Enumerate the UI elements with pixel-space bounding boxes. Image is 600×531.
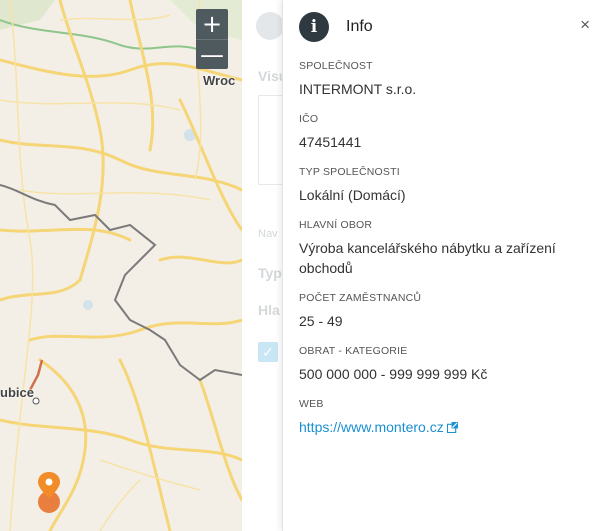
info-circle-icon: i	[299, 12, 329, 42]
field-label: TYP SPOLEČNOSTI	[299, 166, 400, 178]
field-company-type: TYP SPOLEČNOSTI Lokální (Domácí)	[299, 166, 584, 205]
field-ico: IČO 47451441	[299, 113, 584, 152]
field-value: 500 000 000 - 999 999 999 Kč	[299, 366, 488, 382]
website-link[interactable]: https://www.montero.cz	[299, 419, 444, 435]
close-button[interactable]: ×	[580, 16, 590, 33]
field-web: WEB https://www.montero.cz	[299, 398, 584, 437]
background-label: Nav	[258, 228, 278, 240]
zoom-in-button[interactable]: +	[196, 9, 228, 39]
field-main-sector: HLAVNÍ OBOR Výroba kancelářského nábytku…	[299, 219, 584, 278]
map-city-label: Wroc	[203, 73, 236, 88]
info-panel: i Info × SPOLEČNOST INTERMONT s.r.o. IČO…	[282, 0, 600, 531]
zoom-out-button[interactable]: —	[196, 39, 228, 69]
field-value: Výroba kancelářského nábytku a zařízení …	[299, 240, 556, 276]
field-label: OBRAT - KATEGORIE	[299, 345, 408, 357]
field-label: SPOLEČNOST	[299, 60, 373, 72]
background-checkbox[interactable]: ✓	[258, 342, 278, 362]
background-table	[258, 95, 282, 185]
field-value: 25 - 49	[299, 313, 343, 329]
map-view[interactable]: Wroc ubice + —	[0, 0, 242, 531]
field-value: https://www.montero.cz	[299, 417, 584, 437]
external-link-icon	[446, 422, 458, 433]
field-company: SPOLEČNOST INTERMONT s.r.o.	[299, 60, 584, 99]
field-label: IČO	[299, 113, 319, 125]
info-panel-header: i Info ×	[283, 0, 600, 54]
field-value: INTERMONT s.r.o.	[299, 81, 417, 97]
info-fields: SPOLEČNOST INTERMONT s.r.o. IČO 47451441…	[283, 54, 600, 437]
field-employees: POČET ZAMĚSTNANCŮ 25 - 49	[299, 292, 584, 331]
panel-title: Info	[346, 18, 373, 35]
field-label: POČET ZAMĚSTNANCŮ	[299, 292, 422, 304]
background-label: Hla	[258, 302, 280, 318]
zoom-control: + —	[196, 9, 228, 69]
background-heading: Visu	[258, 68, 282, 84]
background-label: Typ	[258, 265, 282, 281]
map-city-label: ubice	[0, 385, 34, 400]
field-value: Lokální (Domácí)	[299, 187, 406, 203]
background-panel: Visu Nav Typ Hla ✓	[242, 0, 282, 531]
field-turnover: OBRAT - KATEGORIE 500 000 000 - 999 999 …	[299, 345, 584, 384]
field-label: WEB	[299, 398, 324, 410]
field-value: 47451441	[299, 134, 362, 150]
field-label: HLAVNÍ OBOR	[299, 219, 373, 231]
layers-icon[interactable]	[256, 12, 282, 40]
